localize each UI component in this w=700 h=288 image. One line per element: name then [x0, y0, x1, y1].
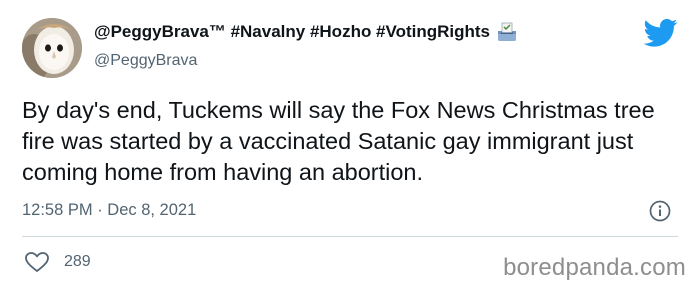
like-count: 289	[64, 253, 91, 270]
user-handle[interactable]: @PeggyBrava	[94, 52, 197, 70]
divider	[22, 236, 678, 237]
info-icon[interactable]	[649, 200, 671, 222]
display-name[interactable]: @PeggyBrava™ #Navalny #Hozho #VotingRigh…	[94, 22, 518, 42]
twitter-bird-icon[interactable]	[643, 18, 678, 48]
avatar[interactable]	[22, 18, 82, 78]
watermark: boredpanda.com	[503, 254, 686, 281]
tweet-card: @PeggyBrava™ #Navalny #Hozho #VotingRigh…	[0, 0, 700, 288]
heart-icon[interactable]	[24, 251, 50, 273]
display-name-text: @PeggyBrava™ #Navalny #Hozho #VotingRigh…	[94, 22, 491, 41]
ballot-box-icon	[496, 22, 518, 42]
tweet-text: By day's end, Tuckems will say the Fox N…	[22, 97, 655, 185]
barn-owl-avatar-icon	[22, 18, 82, 78]
tweet-timestamp[interactable]: 12:58 PM · Dec 8, 2021	[22, 201, 196, 220]
